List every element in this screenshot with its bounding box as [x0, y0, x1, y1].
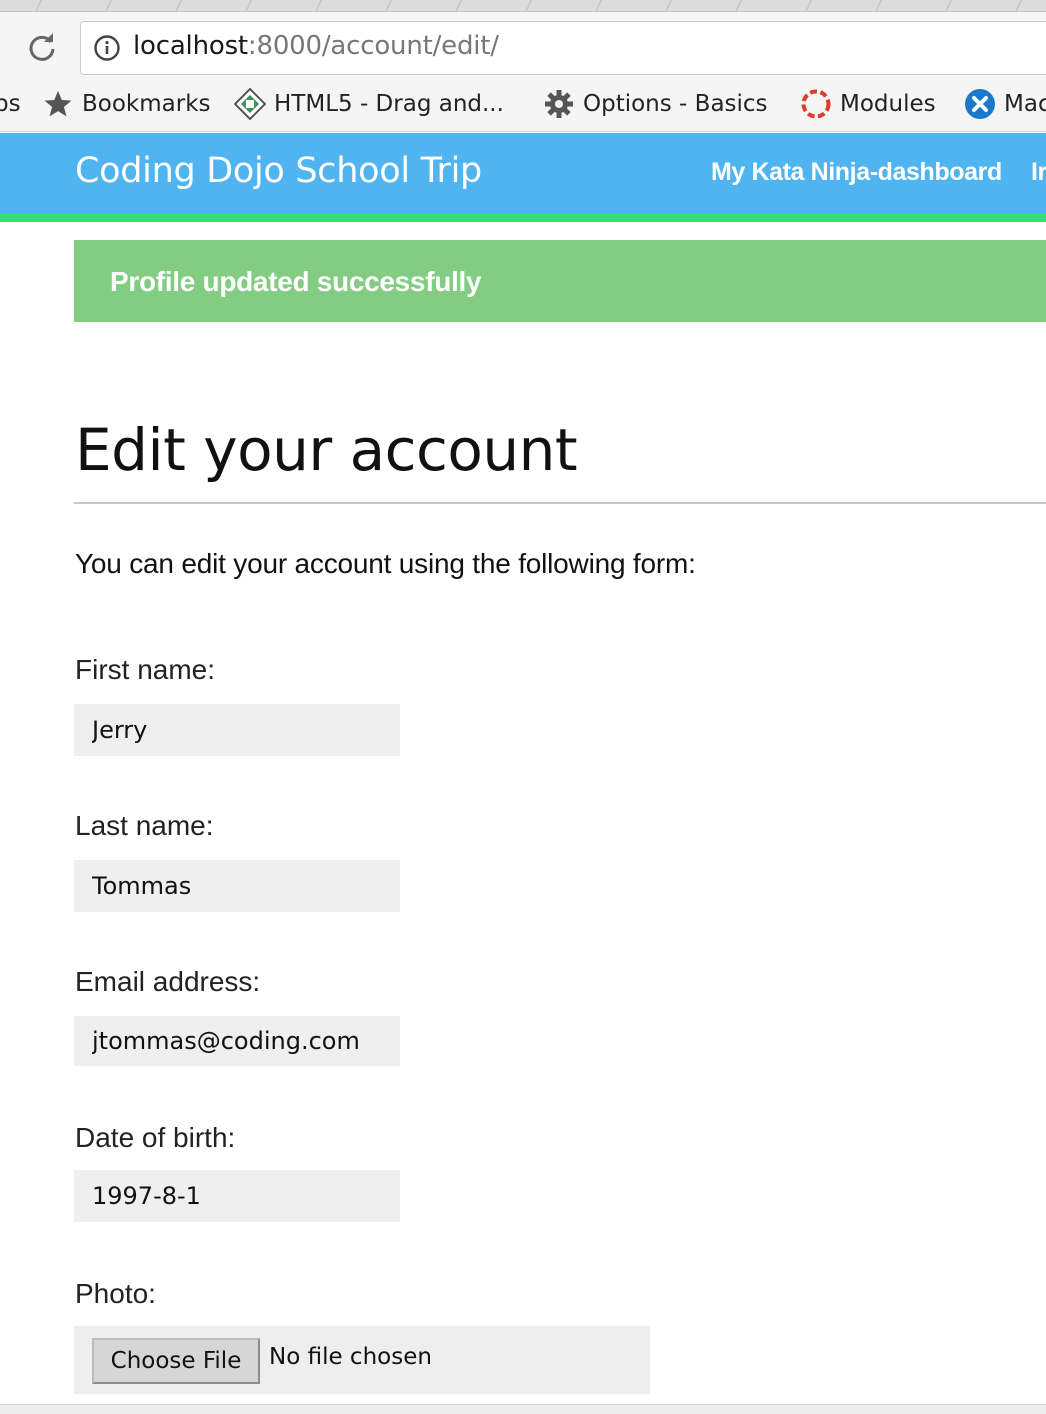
bookmark-options[interactable]: Options - Basics [543, 86, 768, 122]
tab-edge [875, 0, 882, 11]
email-input[interactable] [74, 1016, 400, 1066]
site-brand[interactable]: Coding Dojo School Trip [75, 151, 482, 191]
tab-edge [1015, 0, 1022, 11]
tab-edge [35, 0, 42, 11]
bookmark-cutoff[interactable]: ps [0, 86, 21, 122]
choose-file-button[interactable]: Choose File [92, 1338, 260, 1384]
browser-toolbar: localhost:8000/account/edit/ ps Bookmark… [0, 12, 1046, 132]
reload-icon [29, 33, 55, 61]
site-navbar: Coding Dojo School Trip My Kata Ninja-da… [0, 133, 1046, 215]
email-label: Email address: [75, 966, 261, 997]
last-name-input[interactable] [74, 860, 400, 912]
page-title: Edit your account [75, 416, 578, 484]
url-host: localhost [133, 31, 248, 61]
success-alert: Profile updated successfully [74, 240, 1046, 322]
photo-file-input: Choose File No file chosen [74, 1326, 650, 1394]
bookmark-label: Options - Basics [583, 91, 768, 117]
tab-edge [665, 0, 672, 11]
intro-text: You can edit your account using the foll… [75, 548, 696, 579]
tab-edge [945, 0, 952, 11]
html5-icon [234, 88, 266, 120]
tab-edge [175, 0, 182, 11]
bookmarks-bar: ps Bookmarks HTML5 - Drag and... Options… [0, 84, 1046, 124]
info-icon[interactable] [93, 34, 121, 62]
tab-edge [315, 0, 322, 11]
tab-edge [805, 0, 812, 11]
url-path: :8000/account/edit/ [247, 31, 499, 61]
star-icon [42, 88, 74, 120]
nav-link-dashboard[interactable]: My Kata Ninja-dashboard [711, 158, 1002, 187]
last-name-label: Last name: [75, 810, 214, 841]
navbar-accent-bar [0, 214, 1046, 222]
bookmark-label: HTML5 - Drag and... [274, 91, 504, 117]
tab-edge [105, 0, 112, 11]
bookmark-label: Bookmarks [82, 91, 211, 117]
bookmark-label: ps [0, 91, 21, 117]
first-name-input[interactable] [74, 704, 400, 756]
bookmark-mac[interactable]: Mac [964, 86, 1046, 122]
gear-icon [543, 88, 575, 120]
bookmark-modules[interactable]: Modules [800, 86, 936, 122]
file-status-text: No file chosen [269, 1344, 432, 1370]
address-bar[interactable]: localhost:8000/account/edit/ [80, 21, 1046, 75]
close-circle-icon [964, 88, 996, 120]
photo-label: Photo: [75, 1278, 156, 1309]
first-name-label: First name: [75, 654, 216, 685]
window-bottom-edge [0, 1404, 1046, 1414]
title-divider [74, 502, 1046, 504]
address-url[interactable]: localhost:8000/account/edit/ [133, 31, 499, 61]
date-of-birth-input[interactable] [74, 1170, 400, 1222]
tab-edge [525, 0, 532, 11]
alert-message: Profile updated successfully [110, 266, 482, 297]
bookmark-label: Mac [1004, 91, 1046, 117]
bookmark-bookmarks[interactable]: Bookmarks [42, 86, 211, 122]
tab-edge [245, 0, 252, 11]
nav-link-cutoff[interactable]: Ir [1031, 158, 1046, 187]
tab-edge [735, 0, 742, 11]
browser-tab-strip [0, 0, 1046, 12]
reload-button[interactable] [24, 30, 60, 66]
tab-edge [385, 0, 392, 11]
tab-edge [595, 0, 602, 11]
date-of-birth-label: Date of birth: [75, 1122, 236, 1153]
lifebuoy-icon [800, 88, 832, 120]
tab-edge [455, 0, 462, 11]
bookmark-label: Modules [840, 91, 936, 117]
bookmark-html5[interactable]: HTML5 - Drag and... [234, 86, 504, 122]
